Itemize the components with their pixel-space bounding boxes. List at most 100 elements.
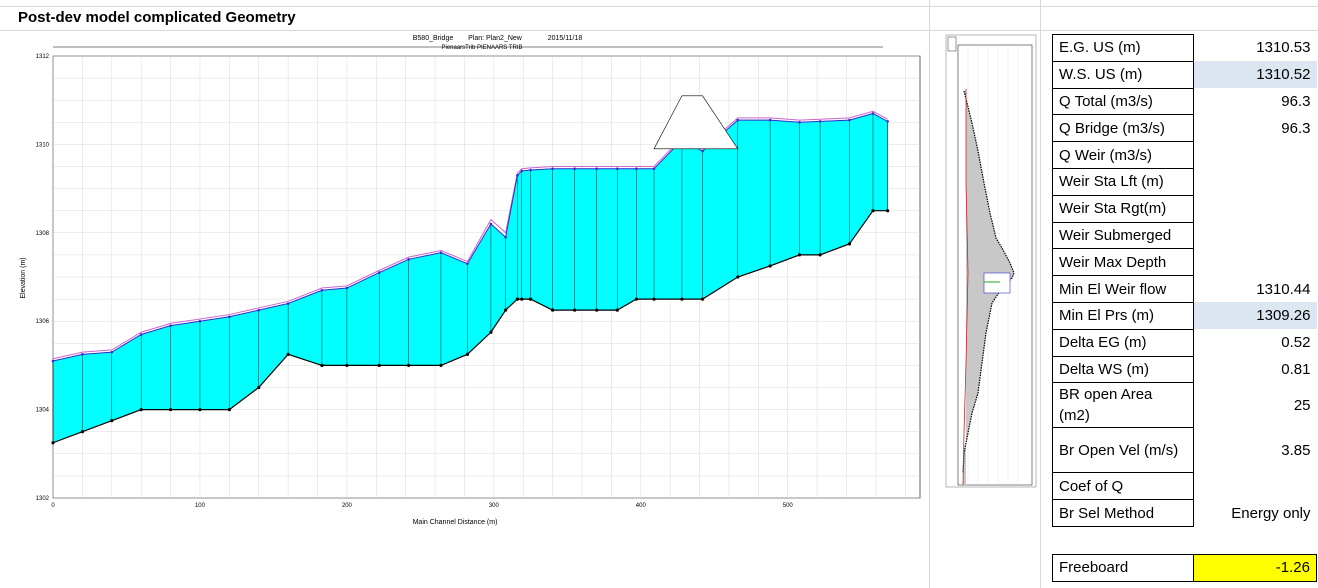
result-row: E.G. US (m) 1310.53: [1052, 34, 1317, 62]
ground-point: [504, 308, 508, 312]
result-value[interactable]: 1310.52: [1193, 61, 1317, 89]
result-value[interactable]: 25: [1194, 383, 1317, 428]
result-label[interactable]: Weir Max Depth: [1052, 248, 1194, 277]
ground-point: [520, 297, 524, 301]
plot-header-plan: Plan: Plan2_New: [468, 35, 523, 42]
result-label[interactable]: W.S. US (m): [1052, 60, 1194, 89]
ws-point: [198, 319, 202, 323]
result-row: Br Sel Method Energy only: [1052, 499, 1317, 527]
result-label[interactable]: Coef of Q: [1052, 472, 1194, 501]
ground-point: [515, 297, 519, 301]
ground-point: [377, 363, 381, 367]
result-label[interactable]: Delta EG (m): [1052, 328, 1194, 357]
freeboard-value[interactable]: -1.26: [1193, 553, 1317, 582]
result-row: Weir Submerged: [1052, 221, 1317, 250]
ground-point: [736, 275, 740, 279]
ground-point: [168, 408, 173, 412]
spreadsheet: Post-dev model complicated Geometry B580…: [0, 0, 1318, 588]
result-value[interactable]: 3.85: [1194, 428, 1317, 473]
ws-point: [439, 251, 443, 254]
result-value[interactable]: 96.3: [1194, 115, 1317, 142]
x-tick-label: 0: [51, 503, 55, 509]
x-tick-label: 300: [489, 503, 500, 509]
result-row: Weir Sta Lft (m): [1052, 167, 1317, 196]
result-label[interactable]: Q Total (m3/s): [1052, 87, 1194, 116]
result-value[interactable]: 0.52: [1194, 329, 1317, 356]
thumb-bridge-opening: [983, 272, 1011, 294]
result-label[interactable]: Q Bridge (m3/s): [1052, 114, 1194, 143]
result-value[interactable]: [1194, 222, 1317, 249]
y-tick-label: 1302: [36, 496, 50, 502]
ground-point: [286, 352, 290, 356]
result-row: W.S. US (m) 1310.52: [1052, 60, 1317, 89]
x-tick-label: 400: [636, 503, 647, 509]
result-value[interactable]: 1310.44: [1194, 276, 1317, 303]
column-divider: [929, 0, 930, 588]
column-divider: [1040, 0, 1041, 588]
result-row: Br Open Vel (m/s) 3.85: [1052, 427, 1317, 474]
result-label[interactable]: Br Sel Method: [1052, 499, 1194, 527]
ground-point: [768, 264, 772, 268]
ground-point: [320, 363, 324, 367]
ws-point: [139, 333, 143, 336]
result-row: Delta EG (m) 0.52: [1052, 328, 1317, 357]
result-value[interactable]: 1310.53: [1194, 35, 1317, 62]
result-value[interactable]: Energy only: [1194, 500, 1317, 527]
ws-point: [466, 262, 469, 266]
result-value[interactable]: 96.3: [1194, 88, 1317, 115]
plot-header-name: B580_Bridge: [413, 35, 454, 42]
results-table: E.G. US (m) 1310.53 W.S. US (m) 1310.52 Q To…: [1052, 34, 1317, 582]
ws-point: [701, 149, 704, 153]
thumb-legend: [947, 36, 957, 52]
plot-header-date: 2015/11/18: [548, 35, 583, 42]
ws-point: [848, 118, 851, 122]
result-value[interactable]: 0.81: [1194, 356, 1317, 383]
ws-point: [818, 120, 822, 123]
result-label[interactable]: Weir Sta Rgt(m): [1052, 194, 1194, 223]
profile-plot[interactable]: B580_Bridge Plan: Plan2_New 2015/11/18 P…: [15, 33, 928, 588]
ws-point: [886, 120, 889, 123]
profile-plot-svg: B580_Bridge Plan: Plan2_New 2015/11/18 P…: [20, 35, 921, 526]
result-value[interactable]: [1194, 168, 1317, 195]
result-value[interactable]: [1194, 195, 1317, 222]
ground-point: [198, 408, 202, 412]
y-tick-label: 1308: [36, 231, 50, 237]
ground-point: [345, 363, 349, 367]
ws-point: [573, 167, 576, 171]
ws-point: [768, 118, 772, 122]
ground-point: [847, 242, 852, 246]
ws-point: [345, 286, 349, 290]
result-label[interactable]: BR open Area (m2): [1052, 382, 1194, 429]
ws-point: [110, 350, 114, 354]
ground-point: [407, 363, 411, 367]
ws-point: [520, 169, 524, 173]
x-tick-label: 500: [783, 503, 794, 509]
ws-point: [635, 167, 638, 171]
result-label[interactable]: Min El Weir flow: [1052, 275, 1194, 303]
ground-point: [465, 352, 469, 356]
result-value[interactable]: 1309.26: [1193, 302, 1317, 330]
ground-point: [139, 408, 143, 412]
ground-point: [51, 441, 55, 445]
freeboard-label[interactable]: Freeboard: [1052, 553, 1194, 582]
result-value[interactable]: [1194, 249, 1317, 276]
cross-section-svg: [945, 34, 1037, 488]
result-row: Weir Max Depth: [1052, 248, 1317, 277]
result-label[interactable]: Min El Prs (m): [1052, 301, 1194, 330]
result-label[interactable]: Weir Submerged: [1052, 221, 1194, 250]
ws-point: [320, 288, 324, 292]
cross-section-thumbnail[interactable]: [942, 33, 1038, 496]
ws-point: [377, 271, 381, 274]
ws-point: [407, 258, 410, 261]
result-value[interactable]: [1194, 142, 1317, 169]
ground-point: [634, 297, 638, 301]
result-label[interactable]: Br Open Vel (m/s): [1052, 427, 1194, 474]
result-label[interactable]: Q Weir (m3/s): [1052, 141, 1194, 169]
result-value[interactable]: [1194, 473, 1317, 500]
ws-point: [286, 302, 290, 305]
x-tick-label: 100: [195, 503, 206, 509]
ground-point: [573, 308, 577, 312]
result-label[interactable]: Weir Sta Lft (m): [1052, 167, 1194, 196]
result-label[interactable]: Delta WS (m): [1052, 355, 1194, 384]
result-label[interactable]: E.G. US (m): [1052, 34, 1194, 62]
